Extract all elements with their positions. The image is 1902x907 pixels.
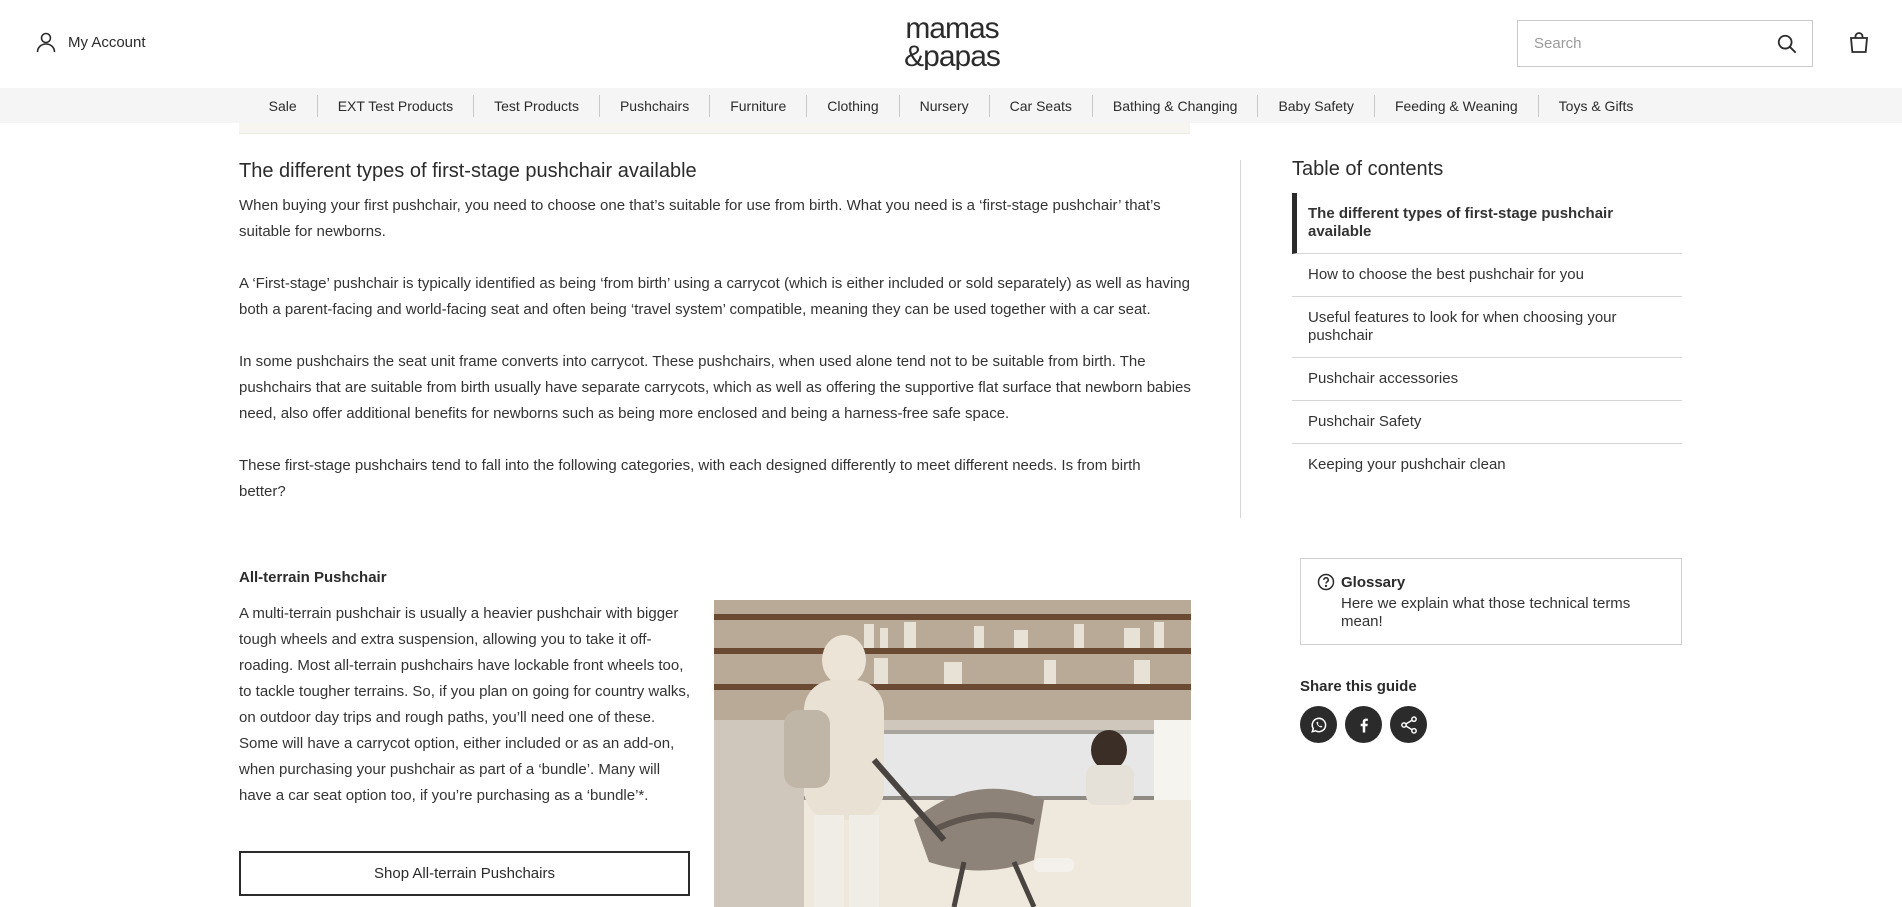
question-circle-icon [1317,573,1335,591]
pushchair-photo [714,600,1191,907]
logo-text-line2: &papas [904,40,1000,70]
nav-item-test-products[interactable]: Test Products [473,94,599,117]
article-paragraph: A ‘First-stage’ pushchair is typically i… [239,275,1190,318]
brand-logo[interactable]: mamas &papas [886,12,1018,73]
site-header: My Account mamas &papas [0,0,1902,88]
my-account-link[interactable]: My Account [34,30,146,54]
toc-item-useful-features[interactable]: Useful features to look for when choosin… [1292,297,1682,358]
share-buttons [1300,706,1427,743]
toc-item-keeping-clean[interactable]: Keeping your pushchair clean [1292,444,1682,486]
nav-item-car-seats[interactable]: Car Seats [988,94,1092,117]
whatsapp-icon [1310,717,1326,733]
share-facebook-button[interactable] [1345,706,1382,743]
glossary-title: Glossary [1341,573,1406,591]
article-body: The different types of first-stage pushc… [239,160,1191,531]
nav-item-baby-safety[interactable]: Baby Safety [1257,94,1374,117]
section-heading: The different types of first-stage pushc… [239,160,697,182]
article-paragraph: In some pushchairs the seat unit frame c… [239,353,1191,422]
article-paragraph: When buying your first pushchair, you ne… [239,197,1161,240]
search-input[interactable] [1518,35,1758,52]
nav-item-nursery[interactable]: Nursery [898,94,989,117]
article-paragraph: These first-stage pushchairs tend to fal… [239,457,1141,500]
share-title: Share this guide [1300,678,1417,695]
search-icon[interactable] [1776,33,1798,55]
glossary-box[interactable]: Glossary Here we explain what those tech… [1300,558,1682,645]
nav-item-toys-gifts[interactable]: Toys & Gifts [1537,94,1654,117]
main-navigation: Sale EXT Test Products Test Products Pus… [0,88,1902,123]
shopping-bag-icon[interactable] [1847,31,1871,55]
toc-item-accessories[interactable]: Pushchair accessories [1292,358,1682,401]
nav-item-sale[interactable]: Sale [249,95,317,117]
nav-item-feeding-weaning[interactable]: Feeding & Weaning [1373,94,1538,117]
nav-item-pushchairs[interactable]: Pushchairs [598,94,709,117]
glossary-text: Here we explain what those technical ter… [1341,595,1631,630]
nav-item-furniture[interactable]: Furniture [709,94,806,117]
toc-item-first-stage-types[interactable]: The different types of first-stage pushc… [1292,193,1682,254]
share-whatsapp-button[interactable] [1300,706,1337,743]
share-icon [1400,715,1417,734]
all-terrain-heading: All-terrain Pushchair [239,569,387,586]
my-account-label: My Account [68,33,146,51]
shop-all-terrain-button[interactable]: Shop All-terrain Pushchairs [239,851,690,896]
nav-item-ext-test-products[interactable]: EXT Test Products [316,94,473,117]
nav-item-clothing[interactable]: Clothing [806,94,898,117]
nav-item-bathing-changing[interactable]: Bathing & Changing [1091,94,1258,117]
glossary-header: Glossary [1317,573,1665,591]
search-box [1517,20,1813,67]
table-of-contents: The different types of first-stage pushc… [1292,193,1682,486]
sidebar-divider [1240,160,1241,518]
share-link-button[interactable] [1390,706,1427,743]
facebook-icon [1360,718,1368,732]
content-banner-edge [239,123,1190,134]
toc-title: Table of contents [1292,158,1444,180]
toc-item-safety[interactable]: Pushchair Safety [1292,401,1682,444]
all-terrain-description: A multi-terrain pushchair is usually a h… [239,605,691,804]
toc-item-choose-best[interactable]: How to choose the best pushchair for you [1292,254,1682,297]
user-icon [36,32,56,53]
